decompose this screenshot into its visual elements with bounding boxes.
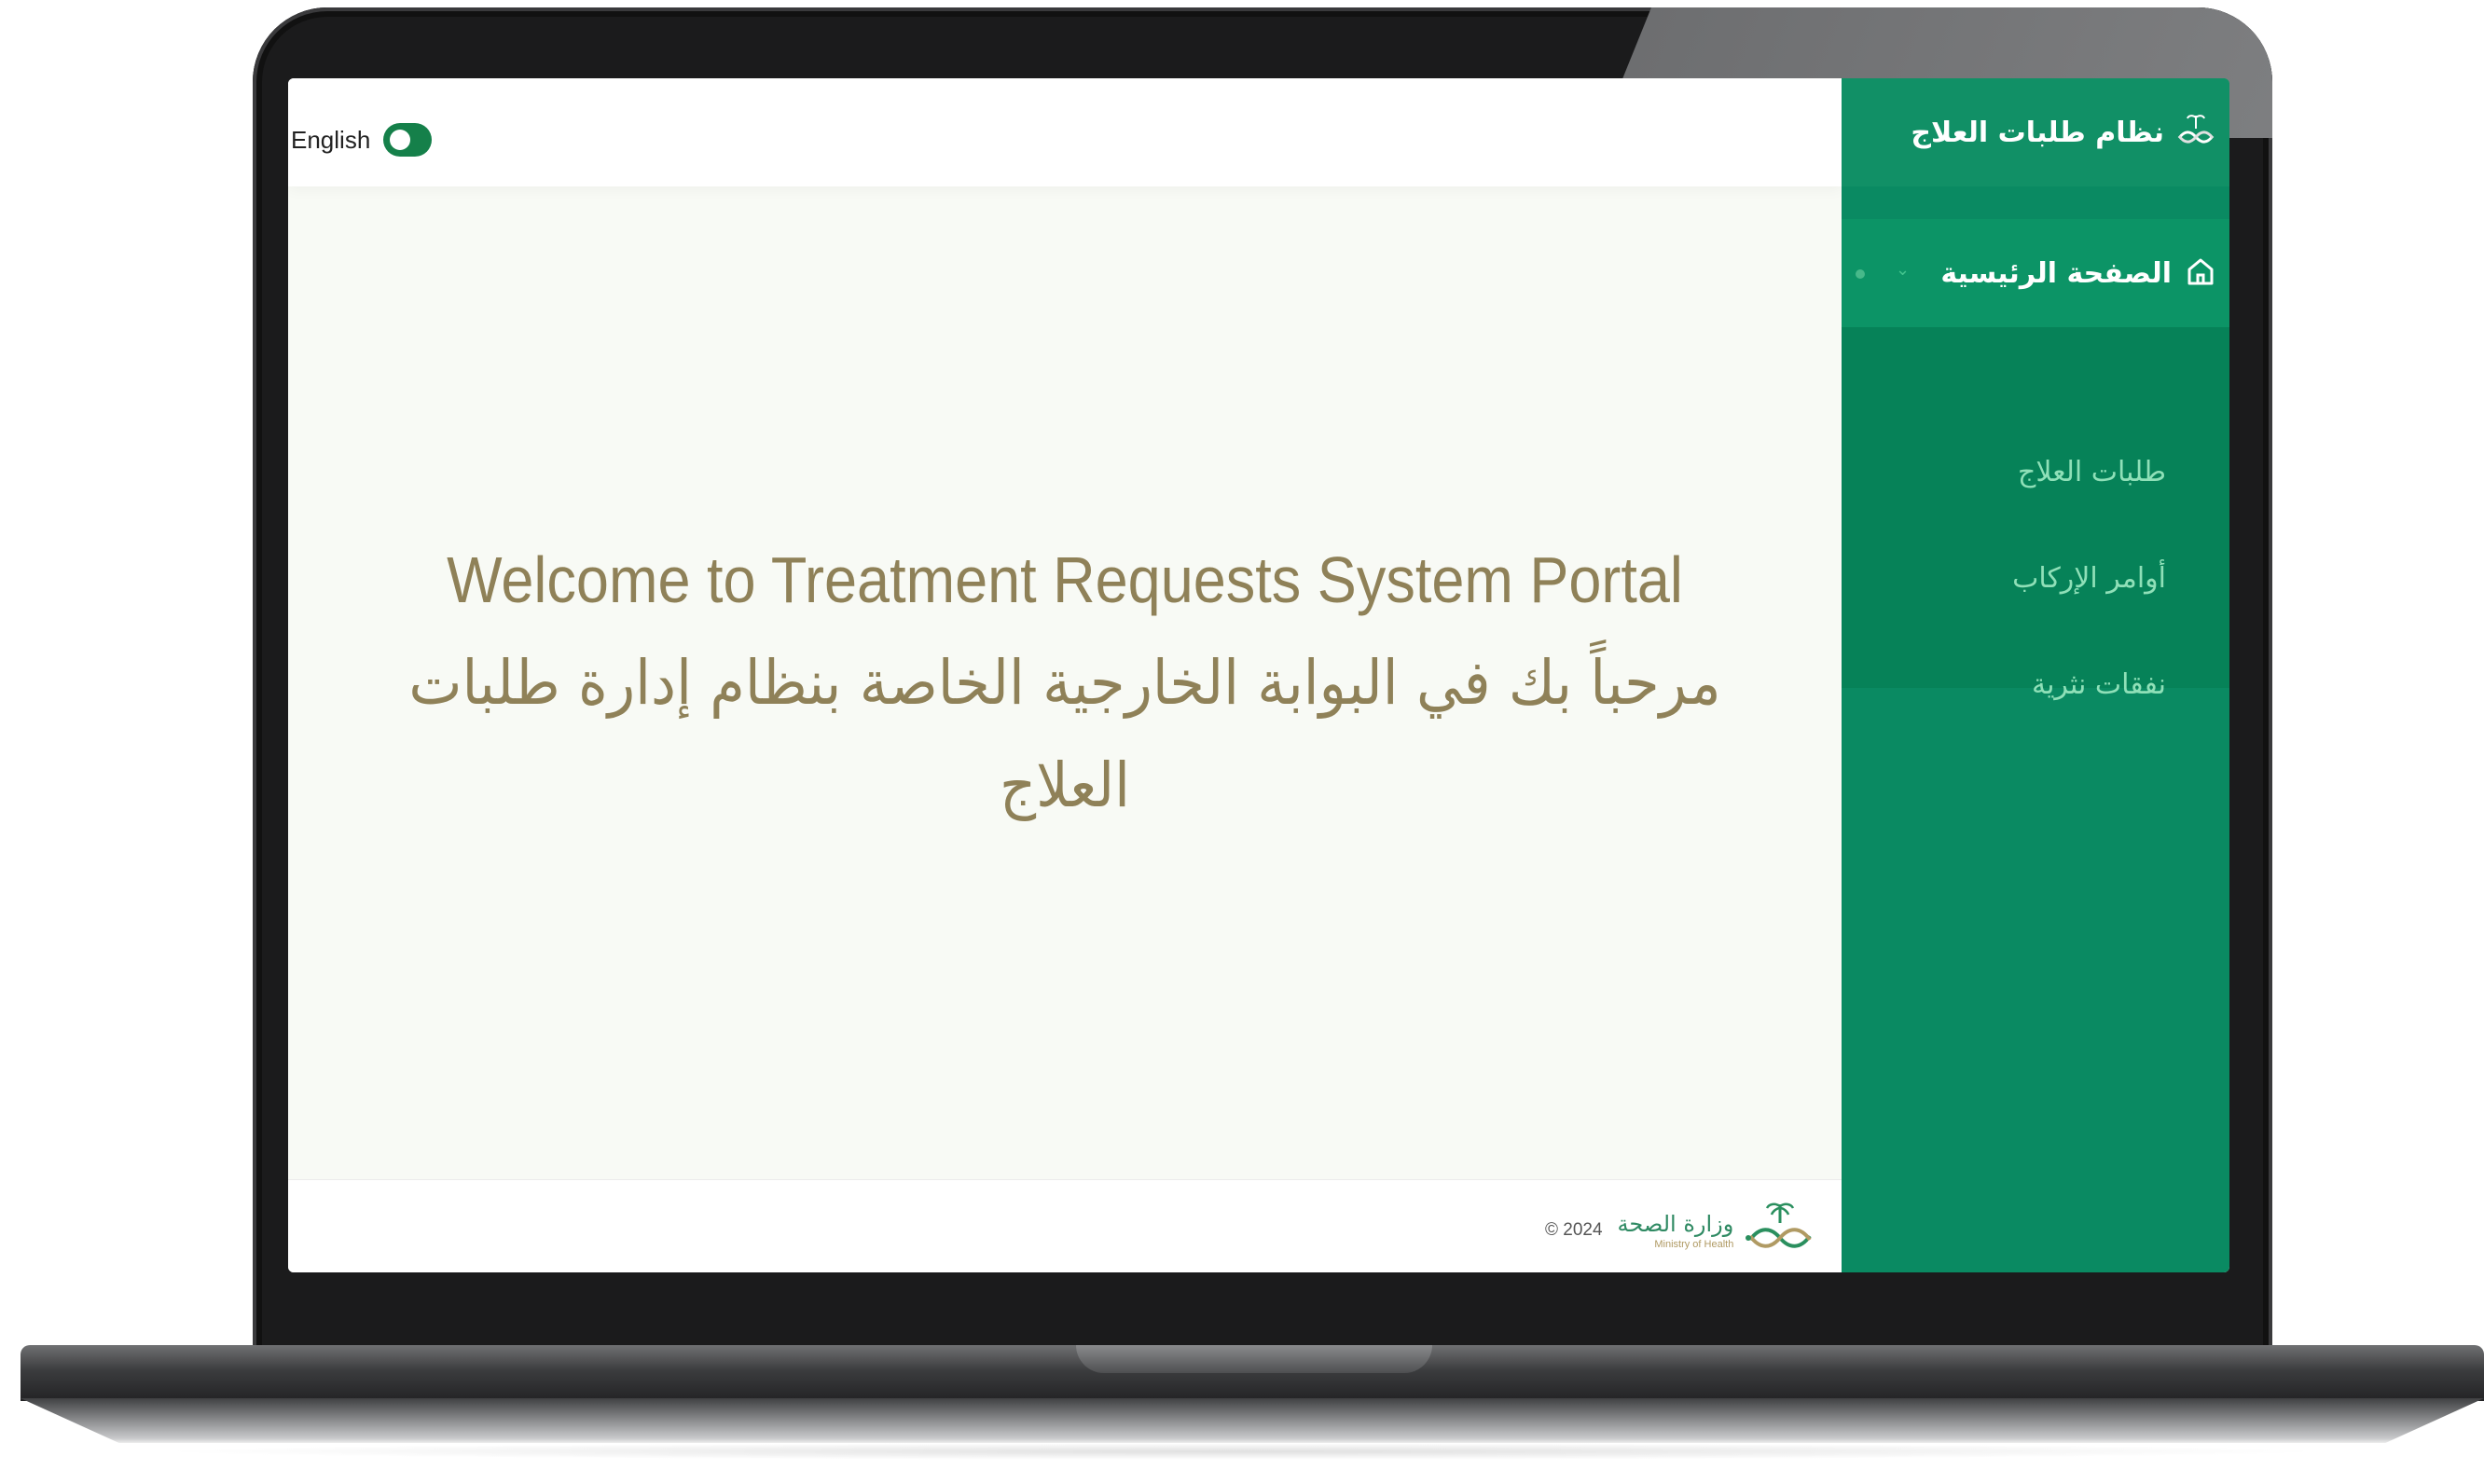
welcome-title-ar: مرحباً بك في البوابة الخارجية الخاصة بنظ… — [408, 647, 1721, 821]
language-label: English — [291, 125, 371, 154]
top-bar: English — [288, 78, 1842, 186]
toggle-knob — [390, 130, 411, 150]
home-icon — [2185, 255, 2216, 291]
welcome-section: Welcome to Treatment Requests System Por… — [288, 535, 1842, 837]
sidebar-item-home-label: الصفحة الرئيسية — [1940, 256, 2172, 290]
app-screen: English Welcome to Treatment Requests Sy… — [288, 78, 2229, 1272]
sidebar-item-incidental-expenses[interactable]: نفقات نثرية — [2032, 666, 2166, 704]
ministry-name-en: Ministry of Health — [1654, 1239, 1734, 1250]
sidebar-item-home[interactable]: الصفحة الرئيسية ⌄ — [1842, 219, 2229, 327]
status-dot — [1856, 269, 1865, 279]
sidebar-item-boarding-orders[interactable]: أوامر الإركاب — [2012, 560, 2166, 598]
app-title: نظام طلبات العلاج — [1911, 116, 2164, 149]
welcome-title-en: Welcome to Treatment Requests System Por… — [447, 543, 1683, 616]
sidebar-item-treatment-requests[interactable]: طلبات العلاج — [2018, 454, 2166, 491]
copyright: © 2024 — [1545, 1220, 1603, 1240]
ministry-logo-icon — [1743, 1199, 1817, 1262]
sidebar-header[interactable]: نظام طلبات العلاج — [1842, 78, 2229, 186]
footer-brand: © 2024 وزارة الصحة Ministry of Health — [1545, 1199, 1817, 1262]
ministry-name-ar: وزارة الصحة — [1617, 1211, 1734, 1237]
laptop-notch — [1076, 1345, 1432, 1373]
laptop-base-bottom — [21, 1398, 2484, 1443]
chevron-down-icon[interactable]: ⌄ — [1896, 260, 1910, 280]
language-toggle[interactable] — [383, 123, 433, 157]
language-switch[interactable]: English — [291, 123, 433, 157]
sidebar-nav: الصفحة الرئيسية ⌄ طلبات العلاج أوامر الإ… — [1842, 219, 2229, 701]
laptop-shadow — [149, 1443, 2335, 1460]
sidebar: نظام طلبات العلاج الصفحة الرئيسية ⌄ طلبا… — [1842, 78, 2229, 1272]
ministry-logo-icon — [2175, 112, 2216, 153]
footer: © 2024 وزارة الصحة Ministry of Health — [288, 1179, 1842, 1272]
ministry-name: وزارة الصحة Ministry of Health — [1618, 1210, 1734, 1251]
